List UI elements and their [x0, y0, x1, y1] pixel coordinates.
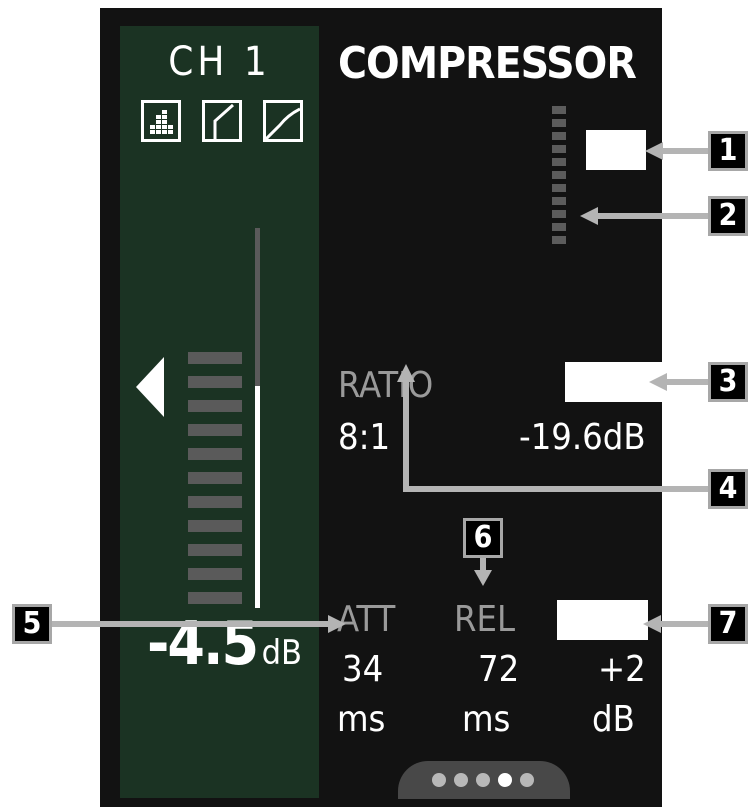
callout-3: 3	[708, 362, 748, 402]
callout-6: 6	[463, 518, 503, 558]
callout-2: 2	[708, 196, 748, 236]
callout-leaders	[52, 142, 708, 633]
callout-7: 7	[708, 604, 748, 644]
callout-5: 5	[12, 604, 52, 644]
callout-1: 1	[708, 131, 748, 171]
callout-4: 4	[708, 469, 748, 509]
